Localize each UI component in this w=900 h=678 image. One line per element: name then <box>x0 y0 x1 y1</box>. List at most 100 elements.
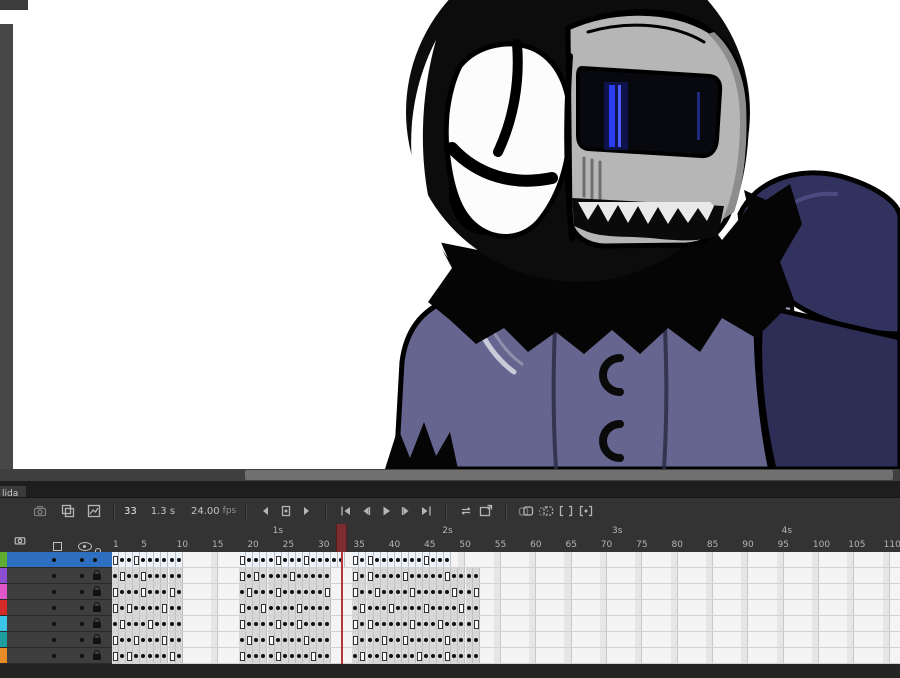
layer-frames-row[interactable] <box>112 552 900 568</box>
frame-cell[interactable] <box>416 584 423 599</box>
frame-cell[interactable] <box>168 616 176 631</box>
frame-cell[interactable] <box>274 648 282 663</box>
frame-cell[interactable] <box>430 632 438 647</box>
frame-cell[interactable] <box>239 600 247 615</box>
frame-cell[interactable] <box>302 632 310 647</box>
play-icon[interactable] <box>376 501 396 521</box>
layer-frames-row[interactable] <box>112 648 900 664</box>
frame-cell[interactable] <box>387 632 395 647</box>
layer-visibility-dot[interactable] <box>80 574 84 578</box>
frame-cell[interactable] <box>309 568 317 583</box>
scrollbar-thumb[interactable] <box>245 470 893 480</box>
previous-frame-icon[interactable] <box>356 501 376 521</box>
frame-cell[interactable] <box>260 616 268 631</box>
frame-cell[interactable] <box>380 584 388 599</box>
frame-cell[interactable] <box>154 600 162 615</box>
frame-cell[interactable] <box>260 632 268 647</box>
frame-cell[interactable] <box>161 648 169 663</box>
camera-icon[interactable] <box>30 501 50 521</box>
frame-cell[interactable] <box>465 600 473 615</box>
frame-cell[interactable] <box>274 616 282 631</box>
frame-cell[interactable] <box>366 648 374 663</box>
frame-cell[interactable] <box>394 632 402 647</box>
frame-cell[interactable] <box>239 552 247 567</box>
frame-cell[interactable] <box>168 600 176 615</box>
frame-cell[interactable] <box>408 648 416 663</box>
frame-cell[interactable] <box>140 584 148 599</box>
frame-cell[interactable] <box>288 648 296 663</box>
layer-visibility-dot[interactable] <box>80 638 84 642</box>
frame-cell[interactable] <box>295 552 303 567</box>
frame-cell[interactable] <box>458 632 466 647</box>
frame-cell[interactable] <box>458 600 466 615</box>
frame-cell[interactable] <box>147 648 155 663</box>
frame-cell[interactable] <box>161 632 169 647</box>
frame-cell[interactable] <box>401 616 409 631</box>
layer-panel[interactable] <box>0 552 112 664</box>
frame-cell[interactable] <box>324 568 332 583</box>
frame-cell[interactable] <box>394 552 402 567</box>
frame-cell[interactable] <box>246 600 254 615</box>
frame-cell[interactable] <box>430 616 438 631</box>
frame-cell[interactable] <box>444 632 452 647</box>
frame-cell[interactable] <box>401 568 409 583</box>
frame-cell[interactable] <box>154 584 162 599</box>
layer-outline-dot[interactable] <box>52 638 56 642</box>
frame-cell[interactable] <box>317 616 325 631</box>
frame-cell[interactable] <box>147 552 155 567</box>
frame-cell[interactable] <box>451 584 459 599</box>
frame-cell[interactable] <box>246 632 254 647</box>
step-forward-one-icon[interactable] <box>296 501 316 521</box>
frame-cell[interactable] <box>309 632 317 647</box>
frame-cell[interactable] <box>401 648 409 663</box>
frame-cell[interactable] <box>147 616 155 631</box>
frame-cell[interactable] <box>140 632 148 647</box>
frame-cell[interactable] <box>359 648 367 663</box>
frame-cell[interactable] <box>451 648 459 663</box>
frame-cell[interactable] <box>408 616 416 631</box>
frame-cell[interactable] <box>281 632 289 647</box>
frame-cell[interactable] <box>380 600 388 615</box>
frame-cell[interactable] <box>416 648 423 663</box>
layer-lock-icon[interactable] <box>93 650 101 660</box>
frame-cell[interactable] <box>168 632 176 647</box>
frame-cell[interactable] <box>302 584 310 599</box>
frame-cell[interactable] <box>295 568 303 583</box>
frame-cell[interactable] <box>324 616 332 631</box>
frame-cell[interactable] <box>430 568 438 583</box>
frame-cell[interactable] <box>175 616 183 631</box>
frame-cell[interactable] <box>444 648 452 663</box>
frame-cell[interactable] <box>408 632 416 647</box>
frame-cell[interactable] <box>444 552 452 567</box>
frame-cell[interactable] <box>444 584 452 599</box>
frame-cell[interactable] <box>437 568 445 583</box>
layer-row[interactable] <box>0 552 112 568</box>
frame-cell[interactable] <box>295 648 303 663</box>
frame-cell[interactable] <box>119 552 127 567</box>
onion-skin-outlines-icon[interactable] <box>536 501 556 521</box>
frame-cell[interactable] <box>437 600 445 615</box>
frame-cell[interactable] <box>302 600 310 615</box>
frame-cell[interactable] <box>366 632 374 647</box>
frame-grid[interactable] <box>112 552 900 664</box>
frame-cell[interactable] <box>317 600 325 615</box>
layer-lock-icon[interactable] <box>93 570 101 580</box>
frame-cell[interactable] <box>451 632 459 647</box>
frame-cell[interactable] <box>133 584 141 599</box>
frame-cell[interactable] <box>154 648 162 663</box>
frame-cell[interactable] <box>317 632 325 647</box>
frame-cell[interactable] <box>274 632 282 647</box>
frame-cell[interactable] <box>239 568 247 583</box>
frame-cell[interactable] <box>253 632 261 647</box>
frame-cell[interactable] <box>302 648 310 663</box>
layer-outline-dot[interactable] <box>52 622 56 626</box>
frame-cell[interactable] <box>465 568 473 583</box>
frame-cell[interactable] <box>451 616 459 631</box>
visibility-column-icon[interactable] <box>78 542 92 551</box>
frame-cell[interactable] <box>394 568 402 583</box>
playhead[interactable] <box>336 524 348 552</box>
layer-outline-dot[interactable] <box>52 654 56 658</box>
go-to-first-frame-icon[interactable] <box>336 501 356 521</box>
frame-cell[interactable] <box>126 600 134 615</box>
frame-cell[interactable] <box>267 552 275 567</box>
